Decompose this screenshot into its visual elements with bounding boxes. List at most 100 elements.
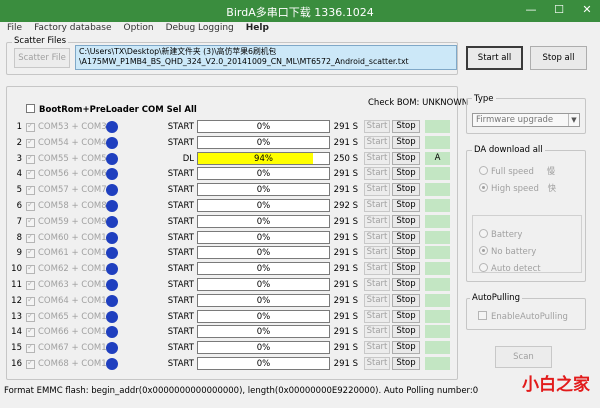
row-progress-bar: 0% [197,309,330,323]
enable-autopulling-checkbox[interactable]: EnableAutoPulling [478,311,568,322]
battery-radio[interactable]: Battery [479,229,522,240]
row-stop-button[interactable]: Stop [392,293,420,307]
high-speed-cn-label: 快 [547,184,557,194]
menu-file[interactable]: File [0,22,27,36]
row-progress-percent: 0% [256,185,271,196]
row-progress-bar: 0% [197,167,330,181]
menu-factory-database[interactable]: Factory database [27,22,116,36]
row-start-button[interactable]: Start [364,341,390,355]
row-status: START [167,359,194,369]
row-stop-button[interactable]: Stop [392,214,420,228]
no-battery-radio[interactable]: No battery [479,246,536,257]
row-start-button[interactable]: Start [364,167,390,181]
row-start-button[interactable]: Start [364,120,390,133]
row-progress-bar: 0% [197,262,330,276]
row-checkbox[interactable] [26,326,35,338]
row-start-button[interactable]: Start [364,183,390,197]
row-checkbox[interactable] [26,168,35,180]
row-indicator [425,214,450,228]
row-progress-bar: 0% [197,199,330,212]
row-checkbox[interactable] [26,342,35,354]
row-progress-bar: 0% [197,246,330,260]
chevron-down-icon[interactable]: ▼ [568,114,579,126]
com-status-icon [106,184,118,197]
row-com-ports: COM65 + COM15 [38,311,113,322]
row-checkbox[interactable] [26,311,35,322]
row-checkbox[interactable] [26,295,35,306]
row-start-button[interactable]: Start [364,151,390,165]
row-number: 11 [11,280,22,290]
row-stop-button[interactable]: Stop [392,325,420,339]
row-stop-button[interactable]: Stop [392,135,420,149]
radio-icon [479,229,488,238]
row-stop-button[interactable]: Stop [392,309,420,323]
high-speed-radio[interactable]: High speed 快 [479,182,556,194]
row-com-ports: COM60 + COM10 [38,232,113,243]
row-checkbox[interactable] [26,263,35,275]
row-checkbox[interactable] [26,279,35,290]
row-start-button[interactable]: Start [364,230,390,244]
scan-button[interactable]: Scan [495,346,552,368]
row-stop-button[interactable]: Stop [392,278,420,291]
row-checkbox[interactable] [26,153,35,164]
row-checkbox[interactable] [26,232,35,243]
row-stop-button[interactable]: Stop [392,246,420,260]
maximize-icon[interactable]: ☐ [552,3,566,17]
row-progress-percent: 0% [256,232,271,243]
row-stop-button[interactable]: Stop [392,230,420,244]
autopulling-label: AutoPulling [470,293,522,303]
start-all-button[interactable]: Start all [466,46,523,70]
row-progress-bar: 0% [197,293,330,307]
row-com-ports: COM61 + COM11 [38,248,113,259]
row-stop-button[interactable]: Stop [392,262,420,276]
full-speed-radio[interactable]: Full speed 慢 [479,165,555,177]
row-checkbox[interactable] [26,200,35,211]
row-start-button[interactable]: Start [364,278,390,291]
row-stop-button[interactable]: Stop [392,120,420,133]
com-status-icon [106,215,118,228]
menu-help[interactable]: Help [239,22,274,36]
row-com-ports: COM57 + COM7 [38,185,107,196]
row-number: 13 [11,311,22,322]
menu-option[interactable]: Option [117,22,159,36]
row-stop-button[interactable]: Stop [392,183,420,197]
row-start-button[interactable]: Start [364,199,390,212]
row-status: START [167,169,194,180]
row-time: 292 S [333,201,358,211]
row-com-ports: COM54 + COM4 [38,137,107,148]
stop-all-button[interactable]: Stop all [530,46,587,70]
sel-all-row: BootRom+PreLoader COM Sel All [26,104,197,115]
row-start-button[interactable]: Start [364,325,390,339]
row-time: 291 S [333,359,358,369]
row-start-button[interactable]: Start [364,135,390,149]
row-start-button[interactable]: Start [364,262,390,276]
table-row: 14 COM66 + COM16 START 0% 291 S StartStop [0,324,460,340]
minimize-icon[interactable]: — [524,3,538,17]
row-stop-button[interactable]: Stop [392,199,420,212]
row-start-button[interactable]: Start [364,357,390,370]
type-select[interactable]: Firmware upgrade ▼ [472,113,580,127]
row-checkbox[interactable] [26,247,35,259]
row-time: 291 S [333,137,358,148]
row-stop-button[interactable]: Stop [392,357,420,370]
row-com-ports: COM66 + COM16 [38,327,113,338]
close-icon[interactable]: ✕ [580,3,594,17]
scatter-path-field[interactable]: C:\Users\TX\Desktop\新建文件夹 (3)\高仿苹果6刷机包 \… [75,45,457,70]
row-checkbox[interactable] [26,358,35,369]
sel-all-checkbox[interactable] [26,104,35,113]
row-stop-button[interactable]: Stop [392,341,420,355]
row-stop-button[interactable]: Stop [392,167,420,181]
row-status: START [167,201,194,211]
row-start-button[interactable]: Start [364,214,390,228]
row-checkbox[interactable] [26,216,35,227]
auto-detect-radio[interactable]: Auto detect [479,263,541,274]
row-start-button[interactable]: Start [364,309,390,323]
scatter-file-button[interactable]: Scatter File [14,48,70,68]
menu-debug-logging[interactable]: Debug Logging [159,22,239,36]
row-checkbox[interactable] [26,121,35,132]
row-checkbox[interactable] [26,137,35,148]
row-start-button[interactable]: Start [364,293,390,307]
row-checkbox[interactable] [26,184,35,196]
row-start-button[interactable]: Start [364,246,390,260]
row-stop-button[interactable]: Stop [392,151,420,165]
